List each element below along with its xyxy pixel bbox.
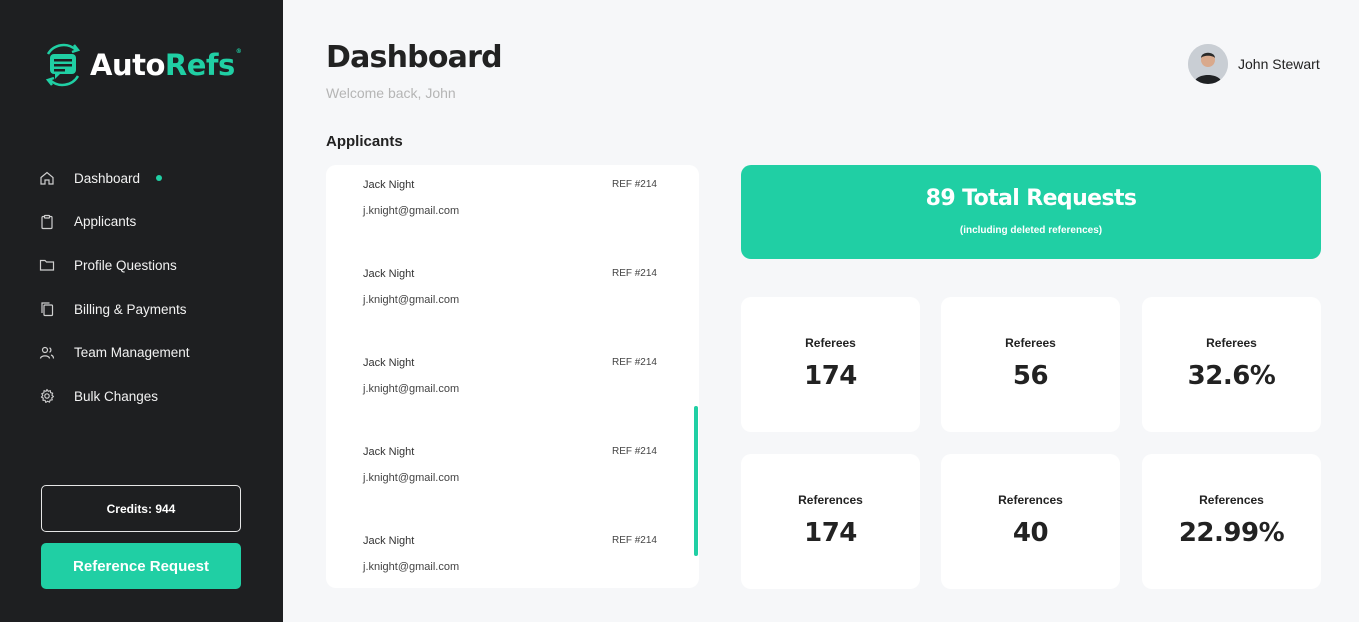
- stat-card-references: References 22.99%: [1142, 454, 1321, 589]
- total-requests-banner: 89 Total Requests (including deleted ref…: [741, 165, 1321, 259]
- credits-box: Credits: 944: [41, 485, 241, 532]
- welcome-message: Welcome back, John: [326, 85, 456, 101]
- applicant-ref: REF #214: [611, 535, 657, 546]
- list-item[interactable]: Jack Night REF #214 j.knight@gmail.com: [363, 254, 657, 314]
- logo-text-auto: Auto: [90, 48, 165, 82]
- sidebar-item-label: Applicants: [74, 214, 137, 230]
- sidebar-item-billing-payments[interactable]: Billing & Payments: [39, 297, 190, 321]
- applicant-name: Jack Night: [363, 268, 415, 280]
- stat-value: 174: [804, 518, 857, 548]
- stat-card-referees: Referees 174: [741, 297, 920, 432]
- applicant-name: Jack Night: [363, 357, 415, 369]
- list-item[interactable]: Jack Night REF #214 j.knight@gmail.com: [363, 343, 657, 403]
- stat-card-references: References 174: [741, 454, 920, 589]
- reference-request-button[interactable]: Reference Request: [41, 543, 241, 589]
- autorefs-logo[interactable]: AutoRefs®: [40, 40, 242, 90]
- applicant-email: j.knight@gmail.com: [363, 205, 460, 217]
- sidebar-item-label: Team Management: [74, 345, 190, 361]
- stat-value: 174: [804, 361, 857, 391]
- stat-label: Referees: [805, 336, 856, 350]
- stat-label: References: [998, 493, 1063, 507]
- applicant-name: Jack Night: [363, 535, 415, 547]
- sidebar-item-dashboard[interactable]: Dashboard: [39, 166, 190, 190]
- applicant-ref: REF #214: [611, 268, 657, 279]
- applicant-ref: REF #214: [611, 446, 657, 457]
- scrollbar-thumb[interactable]: [694, 406, 698, 556]
- sidebar-nav: Dashboard Applicants Profile Questions B…: [39, 166, 190, 428]
- applicant-email: j.knight@gmail.com: [363, 472, 460, 484]
- stat-value: 40: [1012, 518, 1049, 548]
- home-icon: [39, 170, 55, 186]
- sidebar-item-label: Bulk Changes: [74, 388, 159, 404]
- folder-icon: [39, 257, 55, 273]
- sidebar-item-label: Billing & Payments: [74, 301, 187, 317]
- sidebar-item-team-management[interactable]: Team Management: [39, 341, 190, 365]
- applicant-ref: REF #214: [611, 179, 657, 190]
- user-name: John Stewart: [1238, 56, 1320, 72]
- list-item[interactable]: Jack Night REF #214 j.knight@gmail.com: [363, 432, 657, 492]
- sidebar: AutoRefs® Dashboard Applicants Profile Q…: [0, 0, 283, 622]
- avatar[interactable]: [1188, 44, 1228, 84]
- applicant-email: j.knight@gmail.com: [363, 383, 460, 395]
- clipboard-icon: [39, 214, 55, 230]
- stat-label: Referees: [1005, 336, 1056, 350]
- stat-value: 56: [1012, 361, 1049, 391]
- applicant-name: Jack Night: [363, 179, 415, 191]
- gear-icon: [39, 388, 55, 404]
- stat-label: References: [1199, 493, 1264, 507]
- stat-label: Referees: [1206, 336, 1257, 350]
- logo-registered-mark: ®: [235, 48, 242, 55]
- sidebar-item-bulk-changes[interactable]: Bulk Changes: [39, 384, 190, 408]
- applicant-ref: REF #214: [611, 357, 657, 368]
- stat-card-referees: Referees 32.6%: [1142, 297, 1321, 432]
- stat-card-referees: Referees 56: [941, 297, 1120, 432]
- user-profile[interactable]: John Stewart: [1188, 44, 1320, 84]
- stat-value: 22.99%: [1178, 518, 1285, 548]
- applicants-section-title: Applicants: [326, 133, 403, 150]
- copy-icon: [39, 301, 55, 317]
- applicant-email: j.knight@gmail.com: [363, 561, 460, 573]
- active-indicator-dot: [156, 175, 163, 181]
- applicant-email: j.knight@gmail.com: [363, 294, 460, 306]
- applicant-name: Jack Night: [363, 446, 415, 458]
- list-item[interactable]: Jack Night REF #214 j.knight@gmail.com: [363, 165, 657, 225]
- chat-refresh-icon: [45, 43, 81, 87]
- applicants-list[interactable]: Jack Night REF #214 j.knight@gmail.com J…: [326, 165, 699, 588]
- total-requests-title: 89 Total Requests: [925, 186, 1137, 211]
- sidebar-item-label: Dashboard: [74, 170, 141, 186]
- sidebar-item-applicants[interactable]: Applicants: [39, 210, 190, 234]
- list-item[interactable]: Jack Night REF #214 j.knight@gmail.com: [363, 521, 657, 581]
- total-requests-subtitle: (including deleted references): [959, 225, 1103, 236]
- users-icon: [39, 345, 55, 361]
- stat-card-references: References 40: [941, 454, 1120, 589]
- stat-label: References: [798, 493, 863, 507]
- logo-text-refs: Refs: [164, 48, 235, 82]
- logo-text: AutoRefs®: [90, 48, 242, 82]
- sidebar-item-profile-questions[interactable]: Profile Questions: [39, 253, 190, 277]
- page-title: Dashboard: [326, 40, 503, 75]
- sidebar-item-label: Profile Questions: [74, 257, 177, 273]
- stat-value: 32.6%: [1187, 361, 1276, 391]
